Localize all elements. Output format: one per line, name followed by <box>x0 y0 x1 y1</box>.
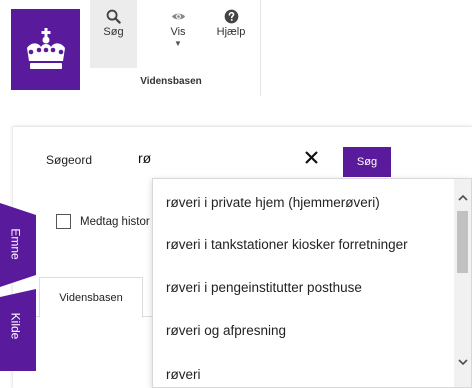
top-ribbon: Søg Vis ▼ Hjælp Vidensbasen <box>0 0 472 96</box>
autocomplete-item[interactable]: røveri og afpresning <box>166 323 286 338</box>
side-tab-source-label: Kilde <box>8 312 23 340</box>
close-icon <box>304 150 318 164</box>
autocomplete-item[interactable]: røveri i private hjem (hjemmerøveri) <box>166 195 380 210</box>
question-icon <box>224 9 238 24</box>
ribbon-view-label: Vis <box>170 26 186 38</box>
autocomplete-item[interactable]: røveri i pengeinstitutter posthuse <box>166 280 362 295</box>
ribbon-help-label: Hjælp <box>216 26 246 38</box>
side-tab-topic-label: Emne <box>8 228 23 260</box>
scroll-up-button[interactable] <box>454 189 471 206</box>
include-history-option: Medtag histor <box>56 214 150 229</box>
scroll-down-button[interactable] <box>454 354 471 371</box>
tab-vidensbasen[interactable]: Vidensbasen <box>39 277 143 318</box>
crown-icon <box>26 27 65 69</box>
crown-logo[interactable] <box>11 9 80 90</box>
eye-icon <box>171 13 185 20</box>
autocomplete-item[interactable]: røveri <box>166 367 201 382</box>
dropdown-scrollbar[interactable] <box>454 179 471 387</box>
chevron-down-icon: ▼ <box>174 39 182 48</box>
autocomplete-dropdown: røveri i private hjem (hjemmerøveri) røv… <box>152 178 472 388</box>
ribbon-view-button[interactable]: Vis ▼ <box>155 0 201 68</box>
ribbon-group-vidensbasen: Søg Vis ▼ Hjælp Vidensbasen <box>81 0 261 96</box>
ribbon-search-button[interactable]: Søg <box>90 0 137 68</box>
ribbon-help-button[interactable]: Hjælp <box>209 0 253 68</box>
side-tab-source[interactable]: Kilde <box>0 289 36 371</box>
autocomplete-item[interactable]: røveri i tankstationer kiosker forretnin… <box>166 237 408 252</box>
search-icon <box>106 9 121 24</box>
search-input[interactable] <box>138 145 300 171</box>
search-submit-button[interactable]: Søg <box>343 147 391 177</box>
ribbon-group-label: Vidensbasen <box>140 76 202 87</box>
clear-search-button[interactable] <box>301 147 321 167</box>
side-tab-topic[interactable]: Emne <box>0 203 36 287</box>
chevron-down-icon <box>457 359 468 366</box>
ribbon-search-label: Søg <box>103 26 124 38</box>
search-field-label: Søgeord <box>46 153 93 167</box>
include-history-checkbox[interactable] <box>56 214 71 229</box>
scrollbar-thumb[interactable] <box>457 211 468 273</box>
include-history-label: Medtag histor <box>80 215 150 228</box>
chevron-up-icon <box>457 194 468 201</box>
